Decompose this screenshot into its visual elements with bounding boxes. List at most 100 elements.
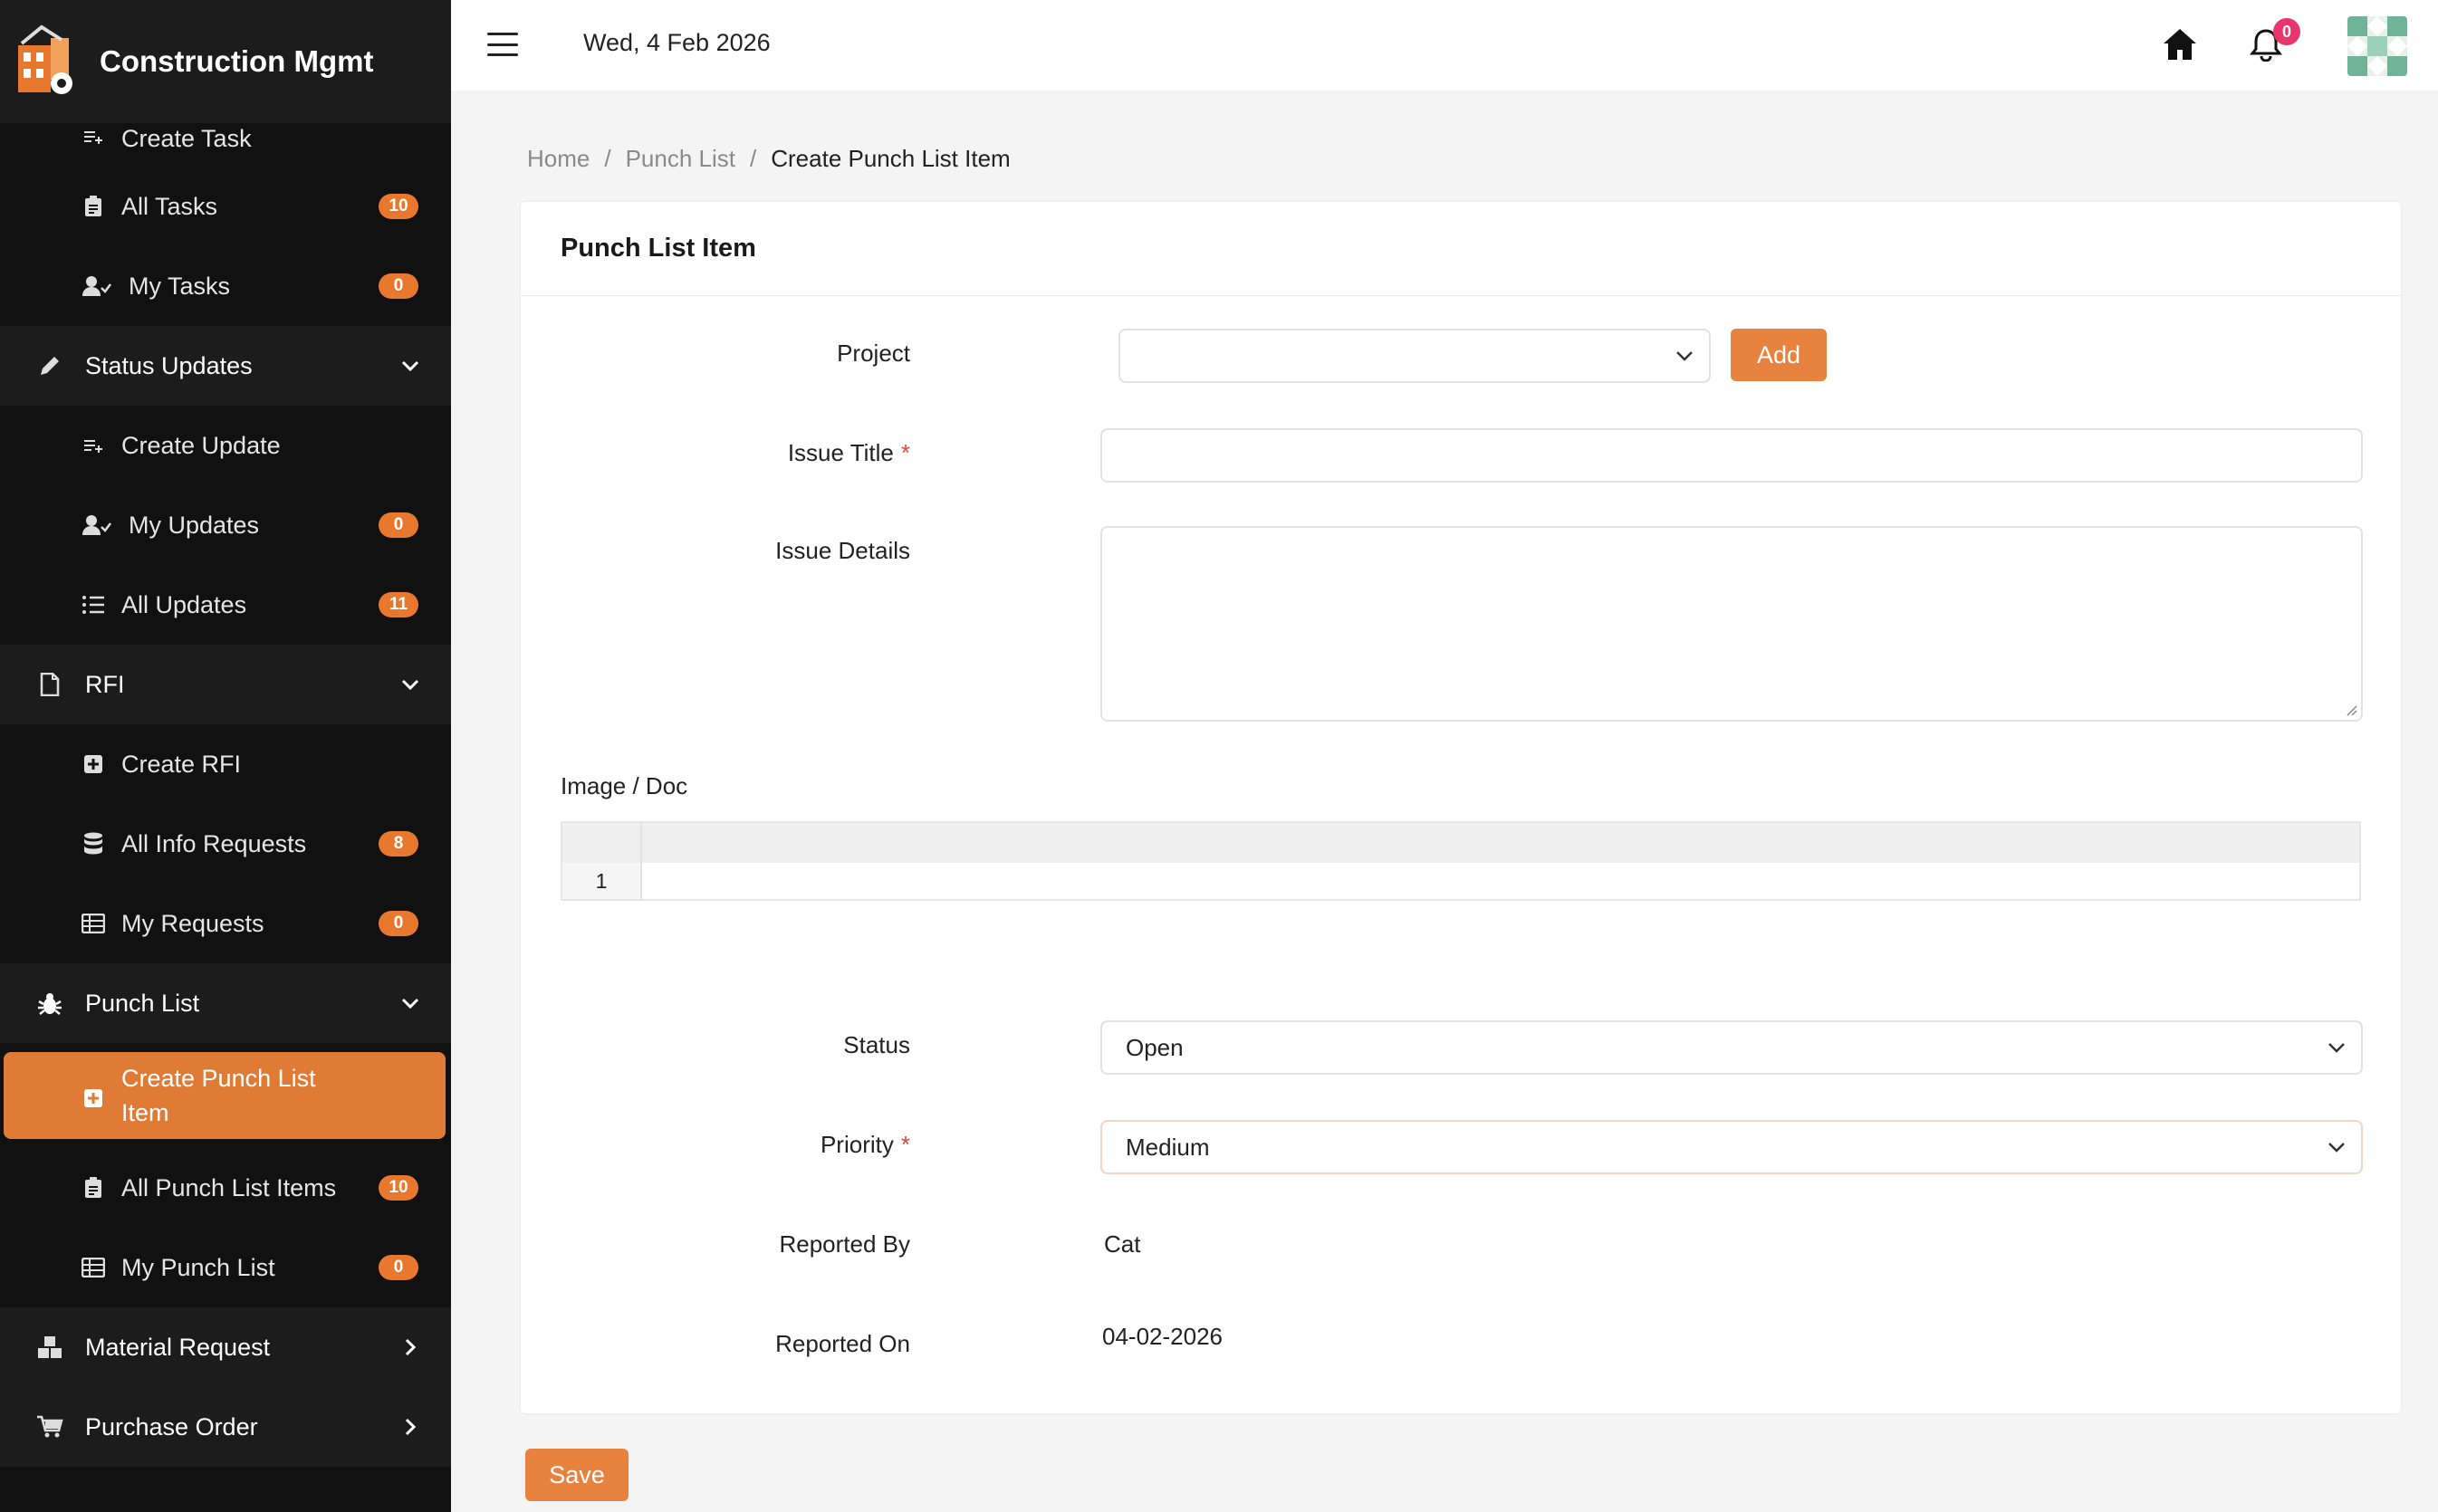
sidebar-item-all-punch-list-items[interactable]: All Punch List Items 10 (0, 1148, 451, 1228)
issue-title-label-text: Issue Title (787, 439, 894, 466)
breadcrumb-separator: / (604, 145, 611, 172)
grid-header-row (562, 823, 2359, 863)
construction-logo-icon (14, 24, 80, 100)
chevron-right-icon (400, 1417, 420, 1437)
status-label: Status (843, 1031, 910, 1058)
chevron-down-icon (400, 675, 420, 694)
add-project-button[interactable]: Add (1731, 329, 1827, 381)
sidebar-item-all-updates[interactable]: All Updates 11 (0, 565, 451, 645)
brand[interactable]: Construction Mgmt (0, 0, 451, 123)
sidebar-item-material-request[interactable]: Material Request (0, 1307, 451, 1387)
sidebar-item-purchase-order[interactable]: Purchase Order (0, 1387, 451, 1467)
sidebar-item-label: Create RFI (121, 750, 242, 778)
chevron-right-icon (400, 1337, 420, 1357)
status-select-value: Open (1126, 1033, 1184, 1061)
plus-square-icon (82, 752, 105, 776)
avatar[interactable] (2347, 16, 2407, 76)
clipboard-icon (82, 195, 105, 218)
priority-label-text: Priority (820, 1131, 894, 1158)
sidebar-item-label: Punch List (85, 989, 200, 1017)
sidebar-item-label: All Updates (121, 590, 247, 618)
required-marker: * (900, 1131, 910, 1158)
sidebar-item-all-info-requests[interactable]: All Info Requests 8 (0, 804, 451, 884)
document-icon (36, 671, 63, 698)
sidebar-item-label: All Info Requests (121, 829, 307, 857)
count-badge: 0 (379, 273, 418, 299)
count-badge: 0 (379, 512, 418, 538)
chevron-down-icon (1676, 351, 1693, 361)
reported-by-label: Reported By (779, 1230, 910, 1258)
breadcrumb-punch-list-link[interactable]: Punch List (626, 145, 735, 173)
resize-handle-icon[interactable] (2345, 703, 2357, 716)
priority-select[interactable]: Medium (1100, 1120, 2363, 1174)
sidebar-item-create-punch-list-item[interactable]: Create Punch List Item (4, 1052, 446, 1139)
sidebar: Construction Mgmt Create Task All Tasks … (0, 0, 451, 1512)
image-doc-grid[interactable]: 1 (561, 821, 2361, 901)
chevron-down-icon (400, 356, 420, 376)
chevron-down-icon (400, 993, 420, 1013)
sidebar-item-my-requests[interactable]: My Requests 0 (0, 884, 451, 963)
grid-row[interactable]: 1 (562, 863, 2359, 899)
pen-icon (36, 352, 63, 379)
sidebar-item-label: All Punch List Items (121, 1173, 337, 1201)
issue-details-textarea[interactable] (1100, 526, 2363, 722)
breadcrumb: Home / Punch List / Create Punch List It… (527, 145, 1011, 173)
card-title: Punch List Item (521, 202, 2401, 296)
menu-toggle-icon[interactable] (487, 33, 518, 56)
count-badge: 10 (379, 1175, 418, 1201)
sidebar-item-label: Create Update (121, 431, 281, 459)
status-select[interactable]: Open (1100, 1020, 2363, 1075)
issue-title-label: Issue Title * (530, 439, 910, 467)
project-label: Project (837, 340, 910, 367)
cart-icon (36, 1413, 63, 1440)
sidebar-item-punch-list[interactable]: Punch List (0, 963, 451, 1043)
priority-label: Priority * (530, 1131, 910, 1159)
home-icon[interactable] (2162, 27, 2198, 62)
grid-corner-cell (562, 823, 642, 863)
list-icon (82, 593, 105, 617)
database-icon (82, 832, 105, 856)
sidebar-item-label: My Requests (121, 909, 264, 937)
breadcrumb-separator: / (750, 145, 757, 172)
image-doc-label: Image / Doc (561, 772, 688, 799)
user-check-icon (82, 274, 112, 298)
sidebar-nav: Create Task All Tasks 10 My Tasks 0 Stat… (0, 123, 451, 1467)
current-date: Wed, 4 Feb 2026 (583, 29, 771, 56)
grid-cell[interactable] (642, 863, 2359, 899)
bug-icon (36, 990, 63, 1017)
sidebar-item-rfi[interactable]: RFI (0, 645, 451, 724)
sidebar-item-create-task[interactable]: Create Task (0, 123, 451, 167)
add-list-icon (82, 125, 105, 148)
chevron-down-icon (2328, 1043, 2345, 1053)
user-check-icon (82, 513, 112, 537)
grid-row-number: 1 (562, 863, 642, 899)
breadcrumb-current: Create Punch List Item (771, 145, 1011, 172)
reported-on-value: 04-02-2026 (1102, 1323, 1223, 1350)
issue-title-input[interactable] (1100, 428, 2363, 483)
sidebar-item-label: All Tasks (121, 192, 218, 220)
notification-badge: 0 (2273, 18, 2300, 45)
reported-on-label: Reported On (775, 1330, 910, 1357)
count-badge: 10 (379, 194, 418, 219)
sidebar-item-label: Create Punch List Item (121, 1065, 316, 1126)
app-title: Construction Mgmt (100, 44, 374, 78)
sidebar-item-my-tasks[interactable]: My Tasks 0 (0, 246, 451, 326)
sidebar-item-create-update[interactable]: Create Update (0, 406, 451, 485)
sidebar-item-my-punch-list[interactable]: My Punch List 0 (0, 1228, 451, 1307)
sidebar-item-all-tasks[interactable]: All Tasks 10 (0, 167, 451, 246)
count-badge: 11 (379, 592, 418, 617)
sidebar-item-create-rfi[interactable]: Create RFI (0, 724, 451, 804)
clipboard-icon (82, 1176, 105, 1200)
sidebar-item-my-updates[interactable]: My Updates 0 (0, 485, 451, 565)
count-badge: 0 (379, 911, 418, 936)
sidebar-item-status-updates[interactable]: Status Updates (0, 326, 451, 406)
sidebar-item-label: My Punch List (121, 1253, 275, 1281)
plus-square-icon (83, 1083, 103, 1117)
save-button[interactable]: Save (525, 1449, 629, 1501)
punch-list-form-card: Punch List Item Project Add Issue Title *… (520, 201, 2402, 1414)
breadcrumb-home-link[interactable]: Home (527, 145, 590, 173)
required-marker: * (900, 439, 910, 466)
project-select[interactable] (1118, 329, 1711, 383)
count-badge: 0 (379, 1255, 418, 1280)
sidebar-item-label: RFI (85, 670, 125, 698)
